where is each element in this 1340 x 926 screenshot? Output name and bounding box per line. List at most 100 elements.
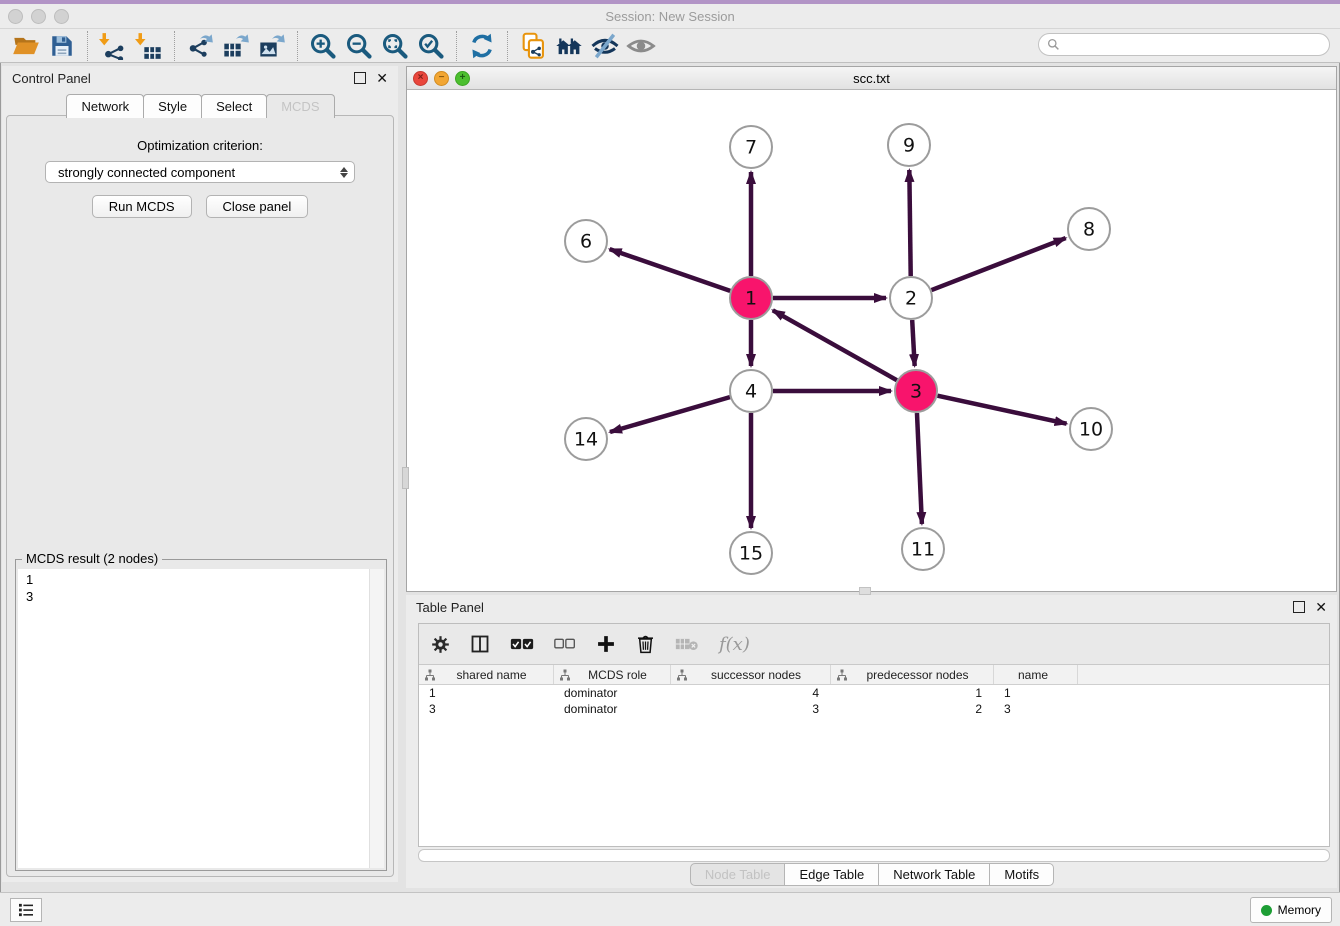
cell-mcds-role[interactable]: dominator xyxy=(554,685,671,701)
column-header-mcds-role[interactable]: MCDS role xyxy=(554,665,671,684)
tab-motifs[interactable]: Motifs xyxy=(989,863,1054,886)
tree-icon xyxy=(559,669,571,681)
export-table-icon[interactable] xyxy=(218,30,254,62)
node-2[interactable]: 2 xyxy=(890,277,932,319)
node-label: 14 xyxy=(574,429,598,451)
tab-mcds[interactable]: MCDS xyxy=(266,94,334,118)
export-network-icon[interactable] xyxy=(182,30,218,62)
control-panel-header: Control Panel ✕ xyxy=(2,66,398,90)
houses-icon[interactable] xyxy=(551,30,587,62)
cell-predecessor-nodes[interactable]: 1 xyxy=(831,685,994,701)
export-image-icon[interactable] xyxy=(254,30,290,62)
settings-gear-icon[interactable] xyxy=(431,635,450,654)
column-header-successor-nodes[interactable]: successor nodes xyxy=(671,665,831,684)
tab-edge-table[interactable]: Edge Table xyxy=(784,863,879,886)
search-box[interactable] xyxy=(1038,33,1330,56)
cell-shared-name[interactable]: 1 xyxy=(419,685,554,701)
float-panel-icon[interactable] xyxy=(1293,601,1305,613)
cell-name[interactable]: 3 xyxy=(994,701,1078,717)
node-8[interactable]: 8 xyxy=(1068,208,1110,250)
eye-icon[interactable] xyxy=(623,30,659,62)
table-horizontal-scrollbar[interactable] xyxy=(418,849,1330,862)
copy-network-icon[interactable] xyxy=(515,30,551,62)
tab-node-table[interactable]: Node Table xyxy=(690,863,786,886)
edge-3-10[interactable] xyxy=(937,396,1066,424)
delete-column-icon[interactable] xyxy=(636,634,655,654)
cell-predecessor-nodes[interactable]: 2 xyxy=(831,701,994,717)
edge-4-14[interactable] xyxy=(610,397,730,432)
table-row[interactable]: 1 dominator 4 1 1 xyxy=(419,685,1329,701)
node-7[interactable]: 7 xyxy=(730,126,772,168)
mcds-result-title: MCDS result (2 nodes) xyxy=(22,551,162,566)
cell-successor-nodes[interactable]: 4 xyxy=(671,685,831,701)
edge-3-11[interactable] xyxy=(917,413,922,524)
node-6[interactable]: 6 xyxy=(565,220,607,262)
node-4[interactable]: 4 xyxy=(730,370,772,412)
tree-icon xyxy=(676,669,688,681)
zoom-selected-icon[interactable] xyxy=(413,30,449,62)
node-15[interactable]: 15 xyxy=(730,532,772,574)
zoom-in-icon[interactable] xyxy=(305,30,341,62)
tab-network-table[interactable]: Network Table xyxy=(878,863,990,886)
refresh-view-icon[interactable] xyxy=(464,30,500,62)
search-input[interactable] xyxy=(1065,37,1329,53)
cell-shared-name[interactable]: 3 xyxy=(419,701,554,717)
network-window-titlebar[interactable]: × − + scc.txt xyxy=(407,67,1336,90)
zoom-fit-icon[interactable] xyxy=(377,30,413,62)
select-all-columns-icon[interactable] xyxy=(510,637,534,651)
edge-1-6[interactable] xyxy=(610,249,731,291)
table-row[interactable]: 3 dominator 3 2 3 xyxy=(419,701,1329,717)
node-10[interactable]: 10 xyxy=(1070,408,1112,450)
function-builder-icon[interactable]: f(x) xyxy=(719,634,750,655)
close-panel-icon[interactable]: ✕ xyxy=(376,73,388,83)
criterion-select[interactable]: strongly connected component xyxy=(45,161,355,183)
status-bar: Memory xyxy=(0,892,1340,926)
divider-grip[interactable] xyxy=(402,467,409,489)
tab-network[interactable]: Network xyxy=(66,94,144,118)
network-canvas[interactable]: 7 9 6 8 1 2 4 3 14 10 15 11 xyxy=(407,89,1336,591)
node-14[interactable]: 14 xyxy=(565,418,607,460)
import-table-icon[interactable] xyxy=(131,30,167,62)
mcds-tab-content: Optimization criterion: strongly connect… xyxy=(6,115,394,877)
node-label: 1 xyxy=(745,288,757,310)
mcds-result-text[interactable]: 1 3 xyxy=(18,569,370,868)
edge-2-8[interactable] xyxy=(932,238,1066,290)
add-column-icon[interactable] xyxy=(596,634,616,654)
run-mcds-button[interactable]: Run MCDS xyxy=(92,195,192,218)
task-history-button[interactable] xyxy=(10,898,42,922)
tab-select[interactable]: Select xyxy=(201,94,267,118)
edge-2-9[interactable] xyxy=(909,170,910,276)
show-column-panel-icon[interactable] xyxy=(470,634,490,654)
column-header-shared-name[interactable]: shared name xyxy=(419,665,554,684)
edge-2-3[interactable] xyxy=(912,320,914,366)
mcds-result-group: MCDS result (2 nodes) 1 3 xyxy=(15,559,387,871)
mcds-result-scrollbar[interactable] xyxy=(369,569,384,868)
cell-successor-nodes[interactable]: 3 xyxy=(671,701,831,717)
import-network-icon[interactable] xyxy=(95,30,131,62)
delete-table-icon[interactable] xyxy=(675,636,699,652)
cell-name[interactable]: 1 xyxy=(994,685,1078,701)
edge-3-1[interactable] xyxy=(773,310,897,380)
memory-button[interactable]: Memory xyxy=(1250,897,1332,923)
deselect-all-columns-icon[interactable] xyxy=(554,638,576,650)
hide-eye-icon[interactable] xyxy=(587,30,623,62)
close-panel-button[interactable]: Close panel xyxy=(206,195,309,218)
node-11[interactable]: 11 xyxy=(902,528,944,570)
node-1[interactable]: 1 xyxy=(730,277,772,319)
zoom-out-icon[interactable] xyxy=(341,30,377,62)
divider-grip[interactable] xyxy=(859,587,871,595)
float-panel-icon[interactable] xyxy=(354,72,366,84)
tree-icon xyxy=(836,669,848,681)
open-session-icon[interactable] xyxy=(8,30,44,62)
column-header-predecessor-nodes[interactable]: predecessor nodes xyxy=(831,665,994,684)
node-9[interactable]: 9 xyxy=(888,124,930,166)
optimization-criterion-label: Optimization criterion: xyxy=(7,138,393,153)
tab-style[interactable]: Style xyxy=(143,94,202,118)
cell-mcds-role[interactable]: dominator xyxy=(554,701,671,717)
cytoscape-window: Session: New Session xyxy=(0,0,1340,926)
close-panel-icon[interactable]: ✕ xyxy=(1315,602,1327,612)
table-panel: Table Panel ✕ xyxy=(406,595,1337,888)
column-header-name[interactable]: name xyxy=(994,665,1078,684)
save-session-icon[interactable] xyxy=(44,30,80,62)
node-3[interactable]: 3 xyxy=(895,370,937,412)
